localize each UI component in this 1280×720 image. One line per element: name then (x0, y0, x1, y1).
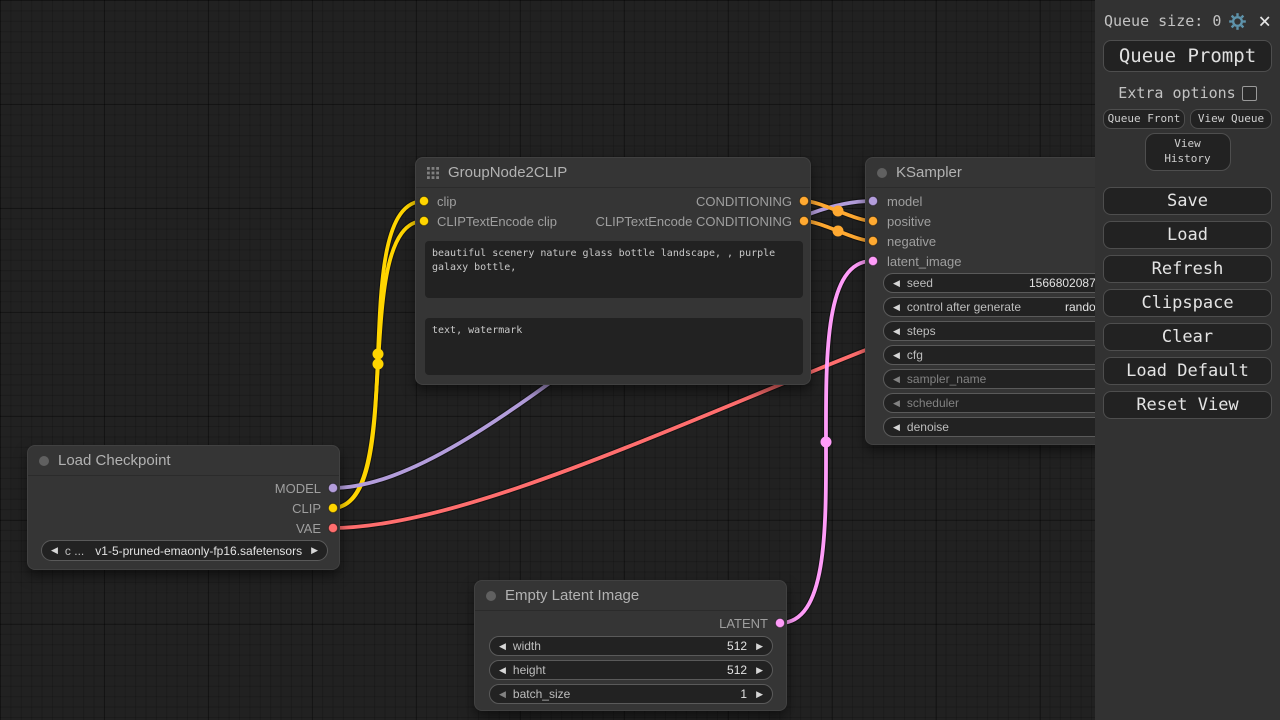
group-grid-icon (427, 167, 439, 179)
widget-label: sampler_name (907, 372, 986, 386)
node-title-text: KSampler (896, 164, 962, 181)
widget-value: 512 (727, 663, 747, 677)
widget-value: v1-5-pruned-emaonly-fp16.safetensors (95, 544, 302, 558)
batch-size-widget[interactable]: ◀ batch_size 1 ▶ (489, 684, 773, 704)
output-slot-label: CLIP (292, 501, 321, 517)
widget-label: c ... (65, 544, 84, 558)
node-title-text: Empty Latent Image (505, 587, 639, 604)
queue-size-label: Queue size: 0 (1104, 12, 1221, 30)
increment-arrow-icon[interactable]: ▶ (756, 642, 763, 651)
reset-view-button[interactable]: Reset View (1103, 391, 1272, 419)
positive-prompt-textarea[interactable]: beautiful scenery nature glass bottle la… (425, 241, 803, 298)
decrement-arrow-icon[interactable]: ◀ (893, 303, 900, 312)
view-history-button[interactable]: View History (1145, 133, 1231, 171)
node-title-text: Load Checkpoint (58, 452, 171, 469)
widget-label: scheduler (907, 396, 959, 410)
ckpt-name-widget[interactable]: ◀ c ... v1-5-pruned-emaonly-fp16.safeten… (41, 540, 328, 561)
widget-label: seed (907, 276, 933, 290)
refresh-button[interactable]: Refresh (1103, 255, 1272, 283)
next-option-arrow-icon[interactable]: ▶ (311, 546, 318, 555)
node-titlebar[interactable]: GroupNode2CLIP (416, 158, 810, 188)
decrement-arrow-icon[interactable]: ◀ (499, 666, 506, 675)
collapse-dot-icon[interactable] (877, 168, 887, 178)
node-titlebar[interactable]: Empty Latent Image (475, 581, 786, 611)
input-slot-label: latent_image (887, 254, 961, 270)
height-widget[interactable]: ◀ height 512 ▶ (489, 660, 773, 680)
widget-label: steps (907, 324, 936, 338)
node-groupnode2clip[interactable]: GroupNode2CLIP clip CLIPTextEncode clip … (415, 157, 811, 385)
input-slot-label: negative (887, 234, 936, 250)
width-widget[interactable]: ◀ width 512 ▶ (489, 636, 773, 656)
increment-arrow-icon[interactable]: ▶ (756, 690, 763, 699)
input-slot-label: CLIPTextEncode clip (437, 214, 557, 230)
widget-value: 512 (727, 639, 747, 653)
decrement-arrow-icon[interactable]: ◀ (893, 399, 900, 408)
decrement-arrow-icon[interactable]: ◀ (499, 690, 506, 699)
queue-front-button[interactable]: Queue Front (1103, 109, 1185, 129)
collapse-dot-icon[interactable] (39, 456, 49, 466)
node-empty-latent-image[interactable]: Empty Latent Image LATENT ◀ width 512 ▶ … (474, 580, 787, 711)
output-slot-label: MODEL (275, 481, 321, 497)
output-slot-label: VAE (296, 521, 321, 537)
decrement-arrow-icon[interactable]: ◀ (893, 279, 900, 288)
view-queue-button[interactable]: View Queue (1190, 109, 1272, 129)
decrement-arrow-icon[interactable]: ◀ (499, 642, 506, 651)
decrement-arrow-icon[interactable]: ◀ (893, 351, 900, 360)
input-slot-label: model (887, 194, 922, 210)
output-slot-label: LATENT (719, 616, 768, 632)
widget-value: 1566802087 (1029, 276, 1096, 290)
widget-label: height (513, 663, 546, 677)
node-load-checkpoint[interactable]: Load Checkpoint MODEL CLIP VAE ◀ c ... v… (27, 445, 340, 570)
widget-label: batch_size (513, 687, 570, 701)
queue-prompt-button[interactable]: Queue Prompt (1103, 40, 1272, 72)
extra-options-checkbox[interactable] (1242, 86, 1257, 101)
decrement-arrow-icon[interactable]: ◀ (893, 327, 900, 336)
settings-gear-icon[interactable] (1228, 12, 1247, 31)
widget-label: width (513, 639, 541, 653)
input-slot-label: positive (887, 214, 931, 230)
node-title-text: GroupNode2CLIP (448, 164, 567, 181)
increment-arrow-icon[interactable]: ▶ (756, 666, 763, 675)
input-slot-label: clip (437, 194, 457, 210)
widget-label: control after generate (907, 300, 1021, 314)
widget-value: 1 (740, 687, 747, 701)
clipspace-button[interactable]: Clipspace (1103, 289, 1272, 317)
decrement-arrow-icon[interactable]: ◀ (893, 423, 900, 432)
collapse-dot-icon[interactable] (486, 591, 496, 601)
load-default-button[interactable]: Load Default (1103, 357, 1272, 385)
prev-option-arrow-icon[interactable]: ◀ (51, 546, 58, 555)
load-button[interactable]: Load (1103, 221, 1272, 249)
decrement-arrow-icon[interactable]: ◀ (893, 375, 900, 384)
clear-button[interactable]: Clear (1103, 323, 1272, 351)
close-menu-icon[interactable]: × (1258, 11, 1271, 32)
extra-options-label: Extra options (1118, 84, 1235, 102)
negative-prompt-textarea[interactable]: text, watermark (425, 318, 803, 375)
output-slot-label: CLIPTextEncode CONDITIONING (596, 214, 793, 230)
output-slot-label: CONDITIONING (696, 194, 792, 210)
node-titlebar[interactable]: Load Checkpoint (28, 446, 339, 476)
widget-label: cfg (907, 348, 923, 362)
widget-label: denoise (907, 420, 949, 434)
comfy-menu-panel: Queue size: 0 × Queue Prompt Extra optio… (1095, 0, 1280, 720)
save-button[interactable]: Save (1103, 187, 1272, 215)
